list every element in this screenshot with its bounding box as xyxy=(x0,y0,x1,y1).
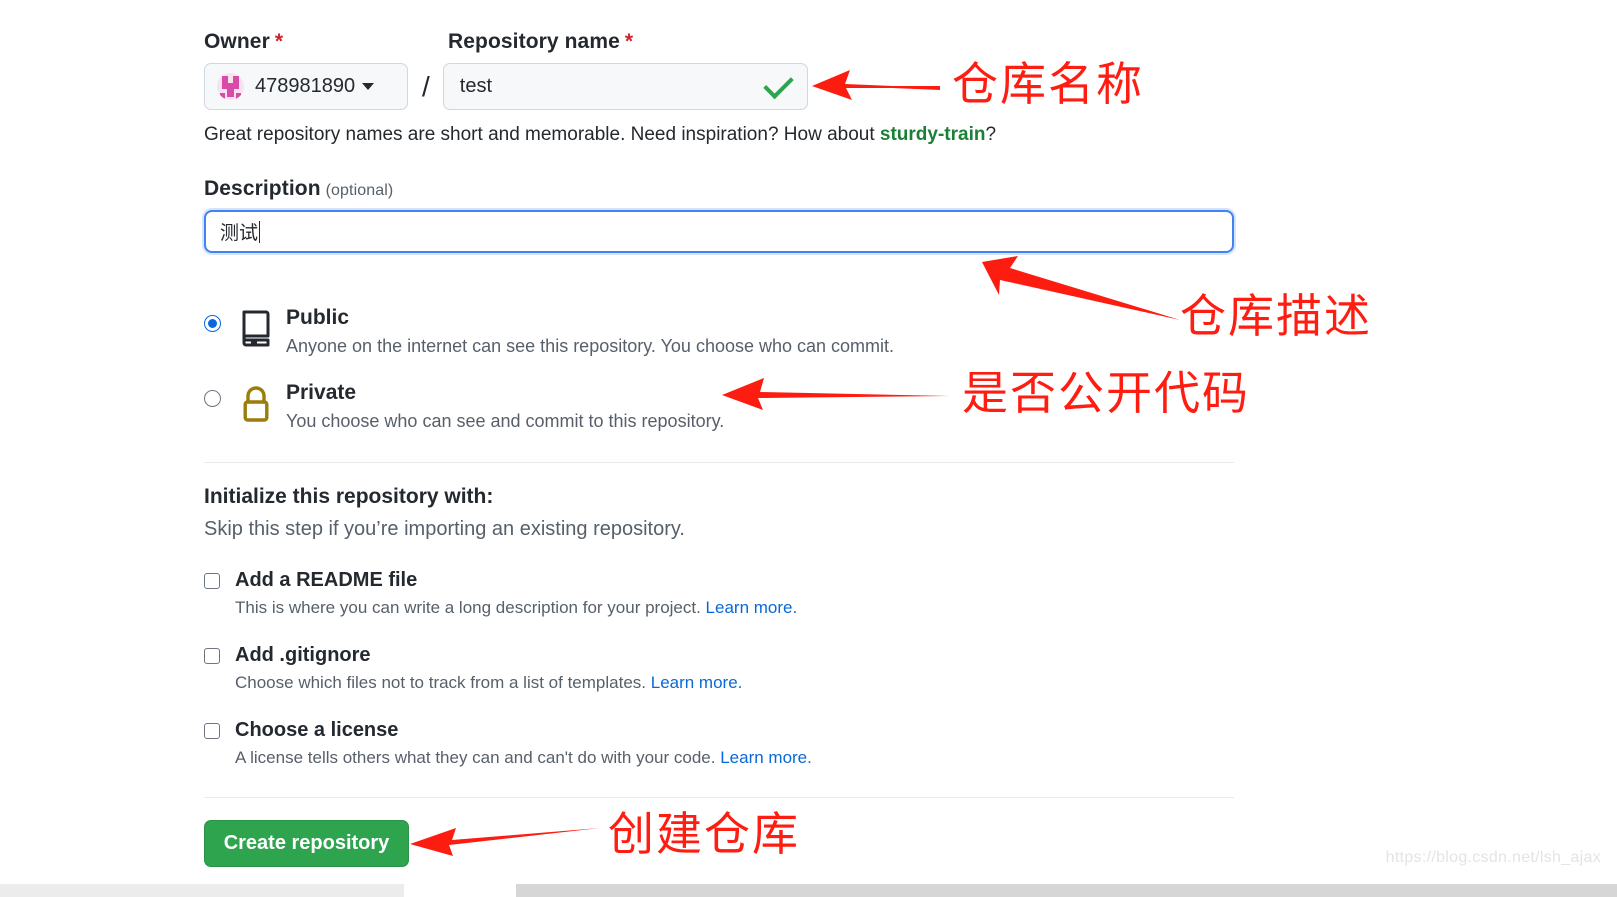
repository-name-input[interactable]: test xyxy=(442,63,808,110)
checkbox-gitignore[interactable] xyxy=(204,647,220,664)
path-separator: / xyxy=(422,70,430,102)
owner-label-text: Owner xyxy=(204,30,270,53)
create-repository-button[interactable]: Create repository xyxy=(204,820,409,867)
chevron-down-icon xyxy=(362,83,375,90)
description-label: Description (optional) xyxy=(204,177,1234,201)
text-cursor xyxy=(259,220,261,243)
arrow-to-create-button xyxy=(410,828,600,856)
description-label-text: Description xyxy=(204,177,321,200)
option-gitignore-description-text: Choose which files not to track from a l… xyxy=(235,673,651,692)
checkbox-readme[interactable] xyxy=(204,572,220,589)
visibility-public-text: Public Anyone on the internet can see th… xyxy=(286,306,894,357)
radio-private[interactable] xyxy=(204,389,221,407)
repository-name-hint: Great repository names are short and mem… xyxy=(204,124,996,146)
initialize-options: Add a README file This is where you can … xyxy=(204,569,1236,768)
visibility-option-public[interactable]: Public Anyone on the internet can see th… xyxy=(204,306,1236,357)
option-gitignore: Add .gitignore Choose which files not to… xyxy=(204,644,1236,693)
owner-and-name-inputs: 478981890 / test xyxy=(204,63,1064,110)
option-license: Choose a license A license tells others … xyxy=(204,719,1236,768)
bottom-scrollbar-strip[interactable] xyxy=(0,884,1617,897)
description-value: 测试 xyxy=(220,223,259,244)
hint-text-before: Great repository names are short and mem… xyxy=(204,124,880,145)
option-gitignore-head[interactable]: Add .gitignore xyxy=(204,644,1236,667)
readme-learn-more-link[interactable]: Learn more. xyxy=(706,598,798,617)
annotation-visibility: 是否公开代码 xyxy=(962,367,1250,419)
scrollbar-segment-left xyxy=(0,884,404,897)
option-gitignore-description: Choose which files not to track from a l… xyxy=(235,673,1236,693)
repository-name-value: test xyxy=(459,75,493,97)
repo-book-icon xyxy=(240,306,284,354)
description-optional-note: (optional) xyxy=(325,182,394,199)
annotation-description: 仓库描述 xyxy=(1180,290,1372,342)
suggested-name-link[interactable]: sturdy-train xyxy=(880,124,986,145)
repository-name-label-text: Repository name xyxy=(448,30,620,53)
radio-public[interactable] xyxy=(204,315,221,332)
option-readme-description-text: This is where you can write a long descr… xyxy=(235,598,706,617)
repository-name-label: Repository name * xyxy=(448,30,633,54)
hint-text-after: ? xyxy=(985,124,997,145)
field-labels: Owner * Repository name * xyxy=(204,24,1064,54)
watermark: https://blog.csdn.net/lsh_ajax xyxy=(1385,849,1601,866)
option-gitignore-title: Add .gitignore xyxy=(235,644,371,666)
footer-divider xyxy=(204,797,1234,798)
option-readme: Add a README file This is where you can … xyxy=(204,569,1236,618)
option-readme-title: Add a README file xyxy=(235,569,418,591)
license-learn-more-link[interactable]: Learn more. xyxy=(720,748,812,767)
owner-required-star: * xyxy=(274,30,284,53)
visibility-private-title: Private xyxy=(286,380,357,404)
visibility-public-title: Public xyxy=(286,306,350,329)
option-readme-head[interactable]: Add a README file xyxy=(204,569,1236,592)
section-divider xyxy=(204,462,1234,463)
user-avatar-identicon-icon xyxy=(217,73,244,100)
visibility-private-description: You choose who can see and commit to thi… xyxy=(286,410,725,431)
option-license-description-text: A license tells others what they can and… xyxy=(235,748,721,767)
owner-and-name-row: Owner * Repository name * 478981890 / test xyxy=(204,24,1064,110)
visibility-public-description: Anyone on the internet can see this repo… xyxy=(286,335,895,356)
description-block: Description (optional) 测试 xyxy=(204,177,1234,253)
initialize-title: Initialize this repository with: xyxy=(204,485,494,508)
repository-name-required-star: * xyxy=(624,30,634,53)
option-license-title: Choose a license xyxy=(235,719,399,741)
lock-icon xyxy=(240,381,284,431)
option-readme-description: This is where you can write a long descr… xyxy=(235,598,1236,618)
option-license-head[interactable]: Choose a license xyxy=(204,719,1236,742)
scrollbar-segment-right xyxy=(516,884,1617,897)
initialize-section: Initialize this repository with: Skip th… xyxy=(204,485,1236,794)
check-icon xyxy=(763,68,794,99)
initialize-subtitle: Skip this step if you’re importing an ex… xyxy=(204,518,685,540)
checkbox-license[interactable] xyxy=(204,722,220,739)
gitignore-learn-more-link[interactable]: Learn more. xyxy=(651,673,743,692)
owner-select[interactable]: 478981890 xyxy=(204,63,408,110)
annotation-create-repository: 创建仓库 xyxy=(608,808,800,860)
visibility-private-text: Private You choose who can see and commi… xyxy=(286,381,724,432)
option-license-description: A license tells others what they can and… xyxy=(235,748,1236,768)
scrollbar-thumb[interactable] xyxy=(404,884,516,897)
description-input[interactable]: 测试 xyxy=(204,210,1234,253)
owner-label: Owner * xyxy=(204,30,448,54)
annotation-repository-name: 仓库名称 xyxy=(952,58,1144,110)
owner-name-value: 478981890 xyxy=(255,75,356,97)
